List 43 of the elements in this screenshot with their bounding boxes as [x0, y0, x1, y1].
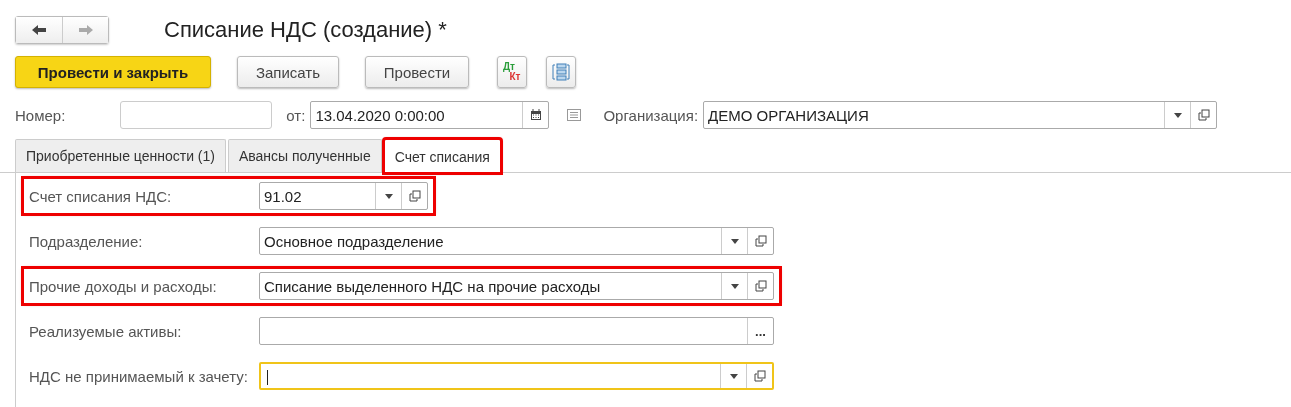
organization-field[interactable]: ДЕМО ОРГАНИЗАЦИЯ	[703, 101, 1218, 129]
choose-button[interactable]: ...	[747, 318, 773, 344]
dropdown-icon[interactable]	[730, 283, 739, 289]
number-label: Номер:	[15, 106, 66, 124]
text-cursor	[267, 370, 268, 385]
input-field[interactable]	[259, 362, 774, 390]
date-field[interactable]: 13.04.2020 0:00:00	[310, 101, 550, 129]
dropdown-icon[interactable]	[730, 238, 739, 244]
number-field[interactable]	[120, 101, 273, 129]
structure-button[interactable]	[546, 56, 576, 88]
organization-label: Организация:	[603, 106, 699, 124]
input-field[interactable]: ...	[259, 317, 774, 345]
open-icon[interactable]	[408, 190, 421, 202]
dropdown-icon[interactable]	[1173, 112, 1182, 118]
post-and-close-button[interactable]: Провести и закрыть	[15, 56, 211, 88]
dropdown-icon[interactable]	[729, 373, 738, 379]
tab[interactable]: Приобретенные ценности (1)	[15, 139, 226, 172]
tab[interactable]: Авансы полученные	[227, 139, 382, 172]
field-label: НДС не принимаемый к зачету:	[29, 367, 249, 385]
input-field[interactable]: Основное подразделение	[259, 227, 774, 255]
comment-icon[interactable]	[567, 109, 582, 121]
field-label: Подразделение:	[29, 232, 144, 250]
input-field[interactable]: 91.02	[259, 182, 428, 210]
calendar-icon[interactable]	[529, 109, 542, 121]
tab[interactable]: Счет списания	[383, 139, 501, 173]
open-icon[interactable]	[754, 235, 767, 247]
window-title: Списание НДС (создание) *	[164, 17, 447, 43]
back-button[interactable]	[16, 17, 62, 43]
dropdown-icon[interactable]	[384, 193, 393, 199]
command-button[interactable]: Записать	[237, 56, 339, 88]
entries-button[interactable]: Дт Кт	[497, 56, 527, 88]
input-field[interactable]: Списание выделенного НДС на прочие расходы	[259, 272, 774, 300]
field-label: Счет списания НДС:	[29, 187, 173, 205]
structure-icon	[551, 62, 571, 82]
back-arrow-icon	[31, 24, 47, 36]
open-icon[interactable]	[754, 280, 767, 292]
field-label: Прочие доходы и расходы:	[29, 277, 218, 295]
field-label: Реализуемые активы:	[29, 322, 183, 340]
command-button[interactable]: Провести	[365, 56, 469, 88]
date-label: от:	[286, 106, 306, 124]
open-icon[interactable]	[753, 370, 766, 382]
open-icon[interactable]	[1197, 109, 1210, 121]
forward-arrow-icon	[77, 24, 94, 36]
